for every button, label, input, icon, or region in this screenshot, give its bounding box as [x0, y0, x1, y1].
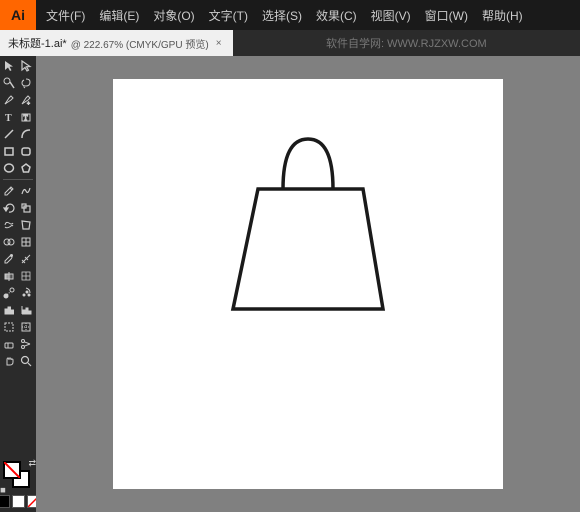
tabbar: 未标题-1.ai* @ 222.67% (CMYK/GPU 预览) × 软件自学… — [0, 30, 580, 56]
gradient-color-button[interactable] — [12, 495, 25, 508]
active-tab[interactable]: 未标题-1.ai* @ 222.67% (CMYK/GPU 预览) × — [0, 30, 233, 56]
live-paint-tool[interactable] — [18, 234, 34, 250]
smooth-tool[interactable] — [18, 183, 34, 199]
solid-color-button[interactable] — [0, 495, 10, 508]
menu-bar: 文件(F) 编辑(E) 对象(O) 文字(T) 选择(S) 效果(C) 视图(V… — [36, 0, 580, 30]
pen-row: + — [1, 92, 35, 108]
fill-color-box[interactable] — [3, 461, 21, 479]
lasso-tool[interactable] — [18, 75, 34, 91]
arc-tool[interactable] — [18, 126, 34, 142]
type-tool[interactable]: T — [1, 109, 17, 125]
shape-row — [1, 143, 35, 159]
shape-builder-tool[interactable] — [1, 234, 17, 250]
toolbar: + T T — [0, 56, 36, 512]
scale-tool[interactable] — [18, 200, 34, 216]
eraser-row — [1, 336, 35, 352]
titlebar: Ai 文件(F) 编辑(E) 对象(O) 文字(T) 选择(S) 效果(C) 视… — [0, 0, 580, 30]
svg-text:+: + — [27, 101, 30, 106]
line-row — [1, 126, 35, 142]
svg-text:T: T — [5, 113, 12, 123]
free-transform-tool[interactable] — [18, 217, 34, 233]
bag-illustration — [208, 109, 408, 329]
blend-row — [1, 285, 35, 301]
swap-colors-icon[interactable]: ⇄ — [28, 458, 36, 469]
ai-logo: Ai — [0, 0, 36, 30]
ellipse-tool[interactable] — [1, 160, 17, 176]
graph-row — [1, 302, 35, 318]
rounded-rect-tool[interactable] — [18, 143, 34, 159]
tab-close-button[interactable]: × — [213, 37, 225, 49]
menu-type[interactable]: 文字(T) — [203, 0, 254, 30]
menu-help[interactable]: 帮助(H) — [476, 0, 529, 30]
magic-lasso-row — [1, 75, 35, 91]
gradient-tool[interactable] — [1, 268, 17, 284]
hand-row — [1, 353, 35, 369]
polygon-tool[interactable] — [18, 160, 34, 176]
scissors-tool[interactable] — [18, 336, 34, 352]
rotate-row — [1, 200, 35, 216]
eyedropper-tool[interactable] — [1, 251, 17, 267]
selection-tools-row — [1, 58, 35, 74]
eyedropper-row — [1, 251, 35, 267]
tab-label: 未标题-1.ai* — [8, 35, 67, 51]
menu-edit[interactable]: 编辑(E) — [93, 0, 145, 30]
ellipse-row — [1, 160, 35, 176]
selection-tool[interactable] — [1, 58, 17, 74]
pencil-row — [1, 183, 35, 199]
eraser-tool[interactable] — [1, 336, 17, 352]
canvas-area — [36, 56, 580, 512]
gradient-row — [1, 268, 35, 284]
menu-object[interactable]: 对象(O) — [147, 0, 200, 30]
color-mode-row — [0, 495, 40, 508]
blend-tool[interactable] — [1, 285, 17, 301]
line-tool[interactable] — [1, 126, 17, 142]
reset-colors-icon[interactable]: ◼ — [0, 486, 6, 494]
shapebuilder-row — [1, 234, 35, 250]
area-type-tool[interactable]: T — [18, 109, 34, 125]
rotate-tool[interactable] — [1, 200, 17, 216]
artboard-row — [1, 319, 35, 335]
type-row: T T — [1, 109, 35, 125]
zoom-tool[interactable] — [18, 353, 34, 369]
hand-tool[interactable] — [1, 353, 17, 369]
rectangle-tool[interactable] — [1, 143, 17, 159]
color-area: ⇄ ◼ — [0, 461, 40, 512]
artboard — [113, 79, 503, 489]
direct-selection-tool[interactable] — [18, 58, 34, 74]
watermark-text: 软件自学网: WWW.RJZXW.COM — [233, 35, 580, 51]
warp-row — [1, 217, 35, 233]
menu-window[interactable]: 窗口(W) — [419, 0, 474, 30]
mesh-tool[interactable] — [18, 268, 34, 284]
main-area: + T T — [0, 56, 580, 512]
menu-select[interactable]: 选择(S) — [256, 0, 308, 30]
symbol-spray-tool[interactable] — [18, 285, 34, 301]
column-graph-tool[interactable] — [18, 302, 34, 318]
artboard-tool[interactable] — [1, 319, 17, 335]
separator-1 — [3, 179, 33, 180]
tab-info: @ 222.67% (CMYK/GPU 预览) — [71, 36, 209, 51]
warp-tool[interactable] — [1, 217, 17, 233]
slice-tool[interactable] — [18, 319, 34, 335]
menu-view[interactable]: 视图(V) — [365, 0, 417, 30]
menu-effect[interactable]: 效果(C) — [310, 0, 363, 30]
measure-tool[interactable] — [18, 251, 34, 267]
add-anchor-tool[interactable]: + — [18, 92, 34, 108]
pencil-tool[interactable] — [1, 183, 17, 199]
graph-tool[interactable] — [1, 302, 17, 318]
svg-text:T: T — [24, 114, 29, 122]
pen-tool[interactable] — [1, 92, 17, 108]
magic-wand-tool[interactable] — [1, 75, 17, 91]
menu-file[interactable]: 文件(F) — [40, 0, 91, 30]
